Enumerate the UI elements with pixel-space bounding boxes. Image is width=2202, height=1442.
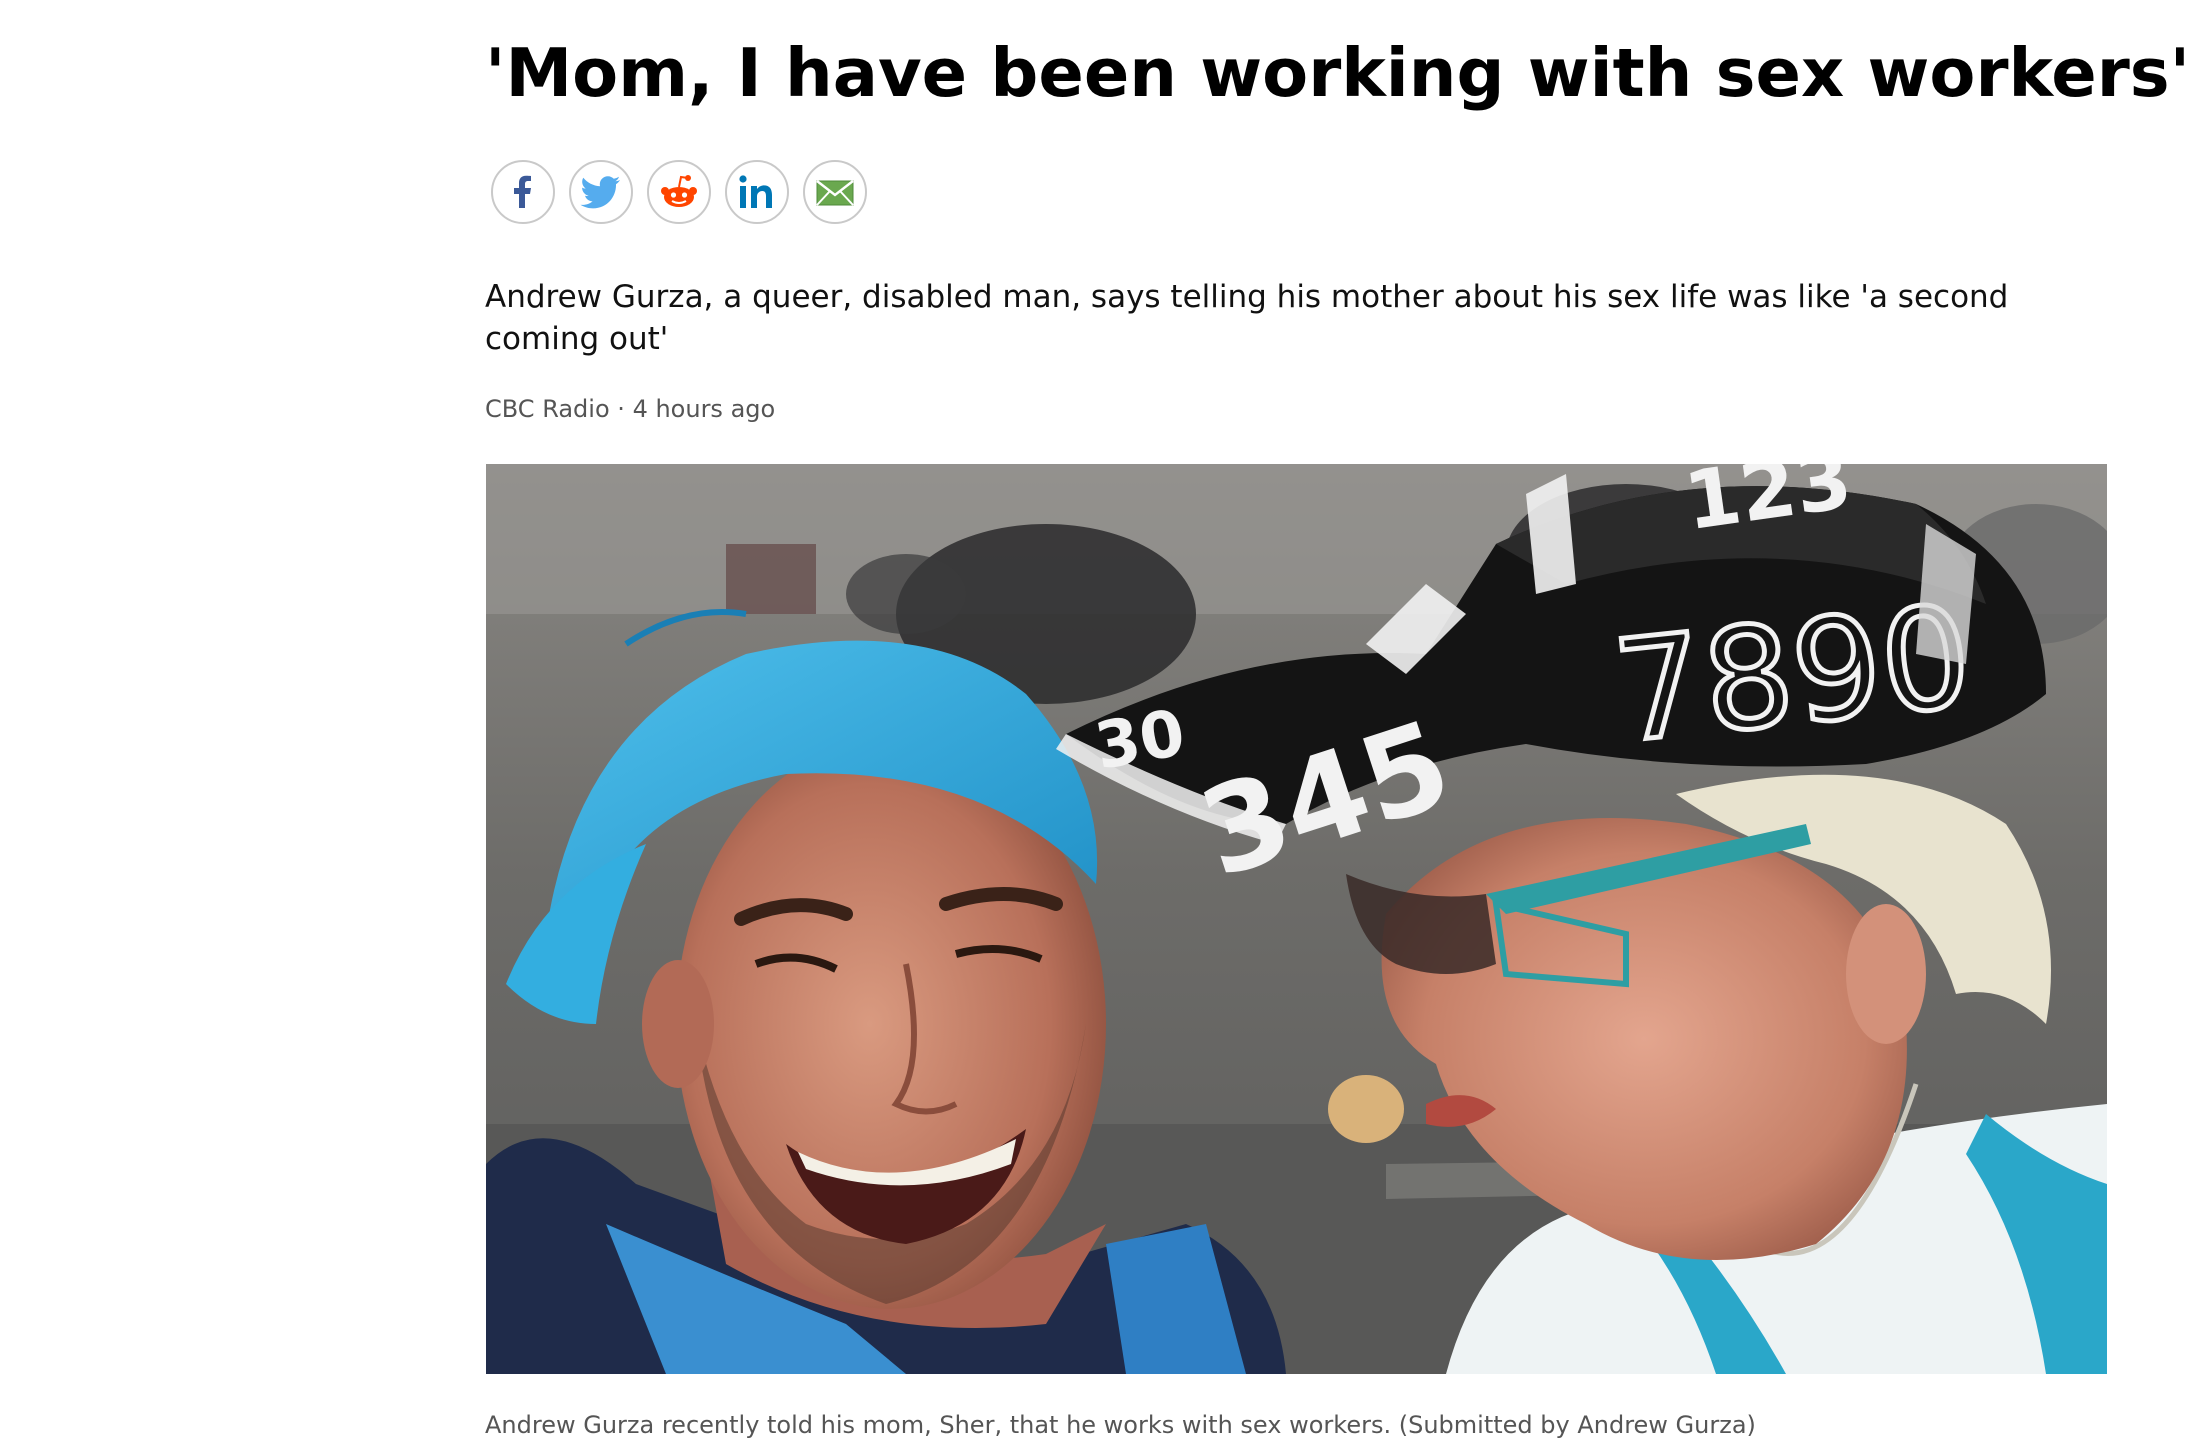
share-linkedin-button[interactable] (725, 160, 789, 224)
email-icon (813, 172, 857, 212)
share-twitter-button[interactable] (569, 160, 633, 224)
facebook-icon (503, 172, 543, 212)
share-bar (491, 160, 867, 228)
article-deck: Andrew Gurza, a queer, disabled man, say… (485, 279, 2009, 357)
linkedin-icon (735, 172, 779, 212)
share-reddit-button[interactable] (647, 160, 711, 224)
lead-photo: 30 345 7890 123 (486, 464, 2107, 1374)
twitter-icon (579, 172, 623, 212)
byline-time: 4 hours ago (632, 395, 776, 423)
share-facebook-button[interactable] (491, 160, 555, 224)
article-headline: 'Mom, I have been working with sex worke… (485, 34, 2191, 112)
share-email-button[interactable] (803, 160, 867, 224)
image-caption: Andrew Gurza recently told his mom, Sher… (485, 1411, 1756, 1439)
reddit-icon (657, 172, 701, 212)
byline-source[interactable]: CBC Radio (485, 395, 610, 423)
byline: CBC Radio · 4 hours ago (485, 392, 775, 426)
byline-separator: · (617, 395, 625, 423)
article-lead-image[interactable]: 30 345 7890 123 (486, 464, 2107, 1374)
